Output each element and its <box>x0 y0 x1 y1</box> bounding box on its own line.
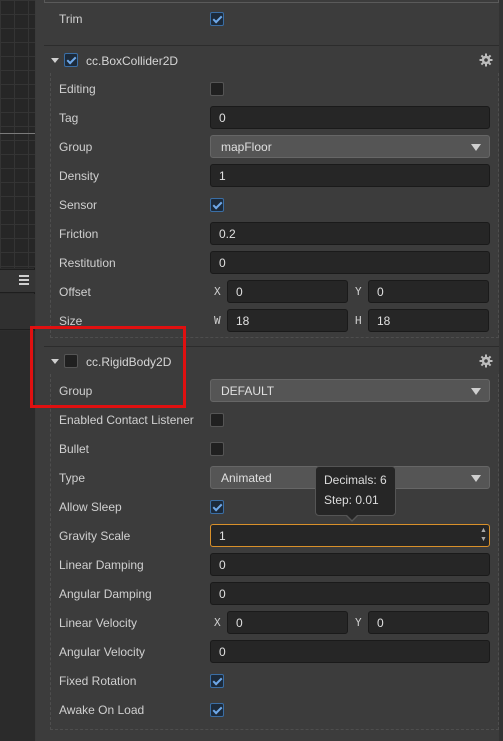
allow-sleep-checkbox[interactable] <box>210 500 224 514</box>
linear-damping-label: Linear Damping <box>59 558 144 572</box>
collider-group-row: Group mapFloor <box>50 132 495 161</box>
friction-label: Friction <box>59 227 99 241</box>
sensor-checkbox[interactable] <box>210 198 224 212</box>
number-tooltip: Decimals: 6 Step: 0.01 <box>315 466 396 516</box>
editing-row: Editing <box>50 74 495 103</box>
linear-damping-row: Linear Damping 0 <box>50 550 495 579</box>
restitution-label: Restitution <box>59 256 116 270</box>
gravity-scale-row: Gravity Scale 1 ▲ ▼ <box>50 521 495 550</box>
editing-label: Editing <box>59 82 96 96</box>
rigid-group-select[interactable]: DEFAULT <box>210 379 490 402</box>
trim-label: Trim <box>59 12 83 26</box>
scene-grid[interactable] <box>0 0 35 268</box>
offset-x-label: X <box>214 285 221 298</box>
angular-velocity-label: Angular Velocity <box>59 645 146 659</box>
left-panel-toolbar <box>0 269 35 293</box>
bullet-row: Bullet <box>50 434 495 463</box>
linear-velocity-label: Linear Velocity <box>59 616 138 630</box>
fixed-rotation-row: Fixed Rotation <box>50 666 495 695</box>
size-h-input[interactable]: 18 <box>368 309 489 332</box>
highlight-box <box>30 326 186 408</box>
offset-row: Offset X 0 Y 0 <box>50 277 495 306</box>
left-panel-header <box>0 294 35 330</box>
sensor-row: Sensor <box>50 190 495 219</box>
size-h-label: H <box>355 314 362 327</box>
restitution-input[interactable]: 0 <box>210 251 490 274</box>
tag-row: Tag 0 <box>50 103 495 132</box>
contact-listener-row: Enabled Contact Listener <box>50 405 495 434</box>
offset-x-input[interactable]: 0 <box>227 280 348 303</box>
sensor-label: Sensor <box>59 198 98 212</box>
restitution-row: Restitution 0 <box>50 248 495 277</box>
type-label: Type <box>59 471 86 485</box>
dropdown-arrow-icon <box>471 144 481 151</box>
linear-velocity-y-input[interactable]: 0 <box>368 611 489 634</box>
hamburger-menu-icon[interactable] <box>19 275 29 285</box>
dropdown-arrow-icon <box>471 475 481 482</box>
density-input[interactable]: 1 <box>210 164 490 187</box>
rigid-group-value: DEFAULT <box>221 384 275 398</box>
awake-on-load-row: Awake On Load <box>50 695 495 724</box>
fixed-rotation-checkbox[interactable] <box>210 674 224 688</box>
angular-velocity-row: Angular Velocity 0 <box>50 637 495 666</box>
linear-velocity-x-label: X <box>214 616 221 629</box>
box-collider-enabled-checkbox[interactable] <box>64 53 78 67</box>
trim-row: Trim <box>50 4 495 33</box>
bullet-label: Bullet <box>59 442 90 456</box>
trim-checkbox[interactable] <box>210 12 224 26</box>
box-collider-header[interactable]: cc.BoxCollider2D <box>44 45 499 73</box>
awake-on-load-checkbox[interactable] <box>210 703 224 717</box>
gear-icon[interactable] <box>479 53 493 67</box>
stepper-arrows-icon[interactable]: ▲ ▼ <box>479 526 488 545</box>
size-w-label: W <box>214 314 221 327</box>
awake-on-load-label: Awake On Load <box>59 703 145 717</box>
collider-group-value: mapFloor <box>221 140 272 154</box>
tooltip-decimals: Decimals: 6 <box>324 473 387 487</box>
angular-damping-row: Angular Damping 0 <box>50 579 495 608</box>
type-value: Animated <box>221 471 272 485</box>
size-w-input[interactable]: 18 <box>227 309 348 332</box>
allow-sleep-label: Allow Sleep <box>59 500 122 514</box>
density-row: Density 1 <box>50 161 495 190</box>
linear-velocity-y-label: Y <box>355 616 362 629</box>
grid-axis-line <box>0 133 35 134</box>
gravity-scale-label: Gravity Scale <box>59 529 131 543</box>
friction-row: Friction 0.2 <box>50 219 495 248</box>
gear-icon[interactable] <box>479 354 493 368</box>
angular-velocity-input[interactable]: 0 <box>210 640 490 663</box>
linear-damping-input[interactable]: 0 <box>210 553 490 576</box>
tag-label: Tag <box>59 111 79 125</box>
collider-group-label: Group <box>59 140 93 154</box>
editing-checkbox[interactable] <box>210 82 224 96</box>
linear-velocity-x-input[interactable]: 0 <box>227 611 348 634</box>
tooltip-arrow-fill <box>346 514 358 520</box>
density-label: Density <box>59 169 100 183</box>
gravity-scale-value: 1 <box>219 529 226 543</box>
angular-damping-input[interactable]: 0 <box>210 582 490 605</box>
offset-label: Offset <box>59 285 91 299</box>
previous-component-edge <box>44 0 499 3</box>
collapse-triangle-icon[interactable] <box>51 58 59 63</box>
contact-listener-checkbox[interactable] <box>210 413 224 427</box>
dropdown-arrow-icon <box>471 388 481 395</box>
offset-y-input[interactable]: 0 <box>368 280 489 303</box>
fixed-rotation-label: Fixed Rotation <box>59 674 137 688</box>
box-collider-title: cc.BoxCollider2D <box>86 54 179 68</box>
tooltip-step: Step: 0.01 <box>324 493 379 507</box>
linear-velocity-row: Linear Velocity X 0 Y 0 <box>50 608 495 637</box>
gravity-scale-input[interactable]: 1 ▲ ▼ <box>210 524 490 547</box>
friction-input[interactable]: 0.2 <box>210 222 490 245</box>
bullet-checkbox[interactable] <box>210 442 224 456</box>
contact-listener-label: Enabled Contact Listener <box>59 413 194 427</box>
offset-y-label: Y <box>355 285 362 298</box>
type-row: Type Animated <box>50 463 495 492</box>
allow-sleep-row: Allow Sleep <box>50 492 495 521</box>
tag-input[interactable]: 0 <box>210 106 490 129</box>
inspector-scrollbar[interactable] <box>499 0 503 741</box>
collider-group-select[interactable]: mapFloor <box>210 135 490 158</box>
angular-damping-label: Angular Damping <box>59 587 152 601</box>
